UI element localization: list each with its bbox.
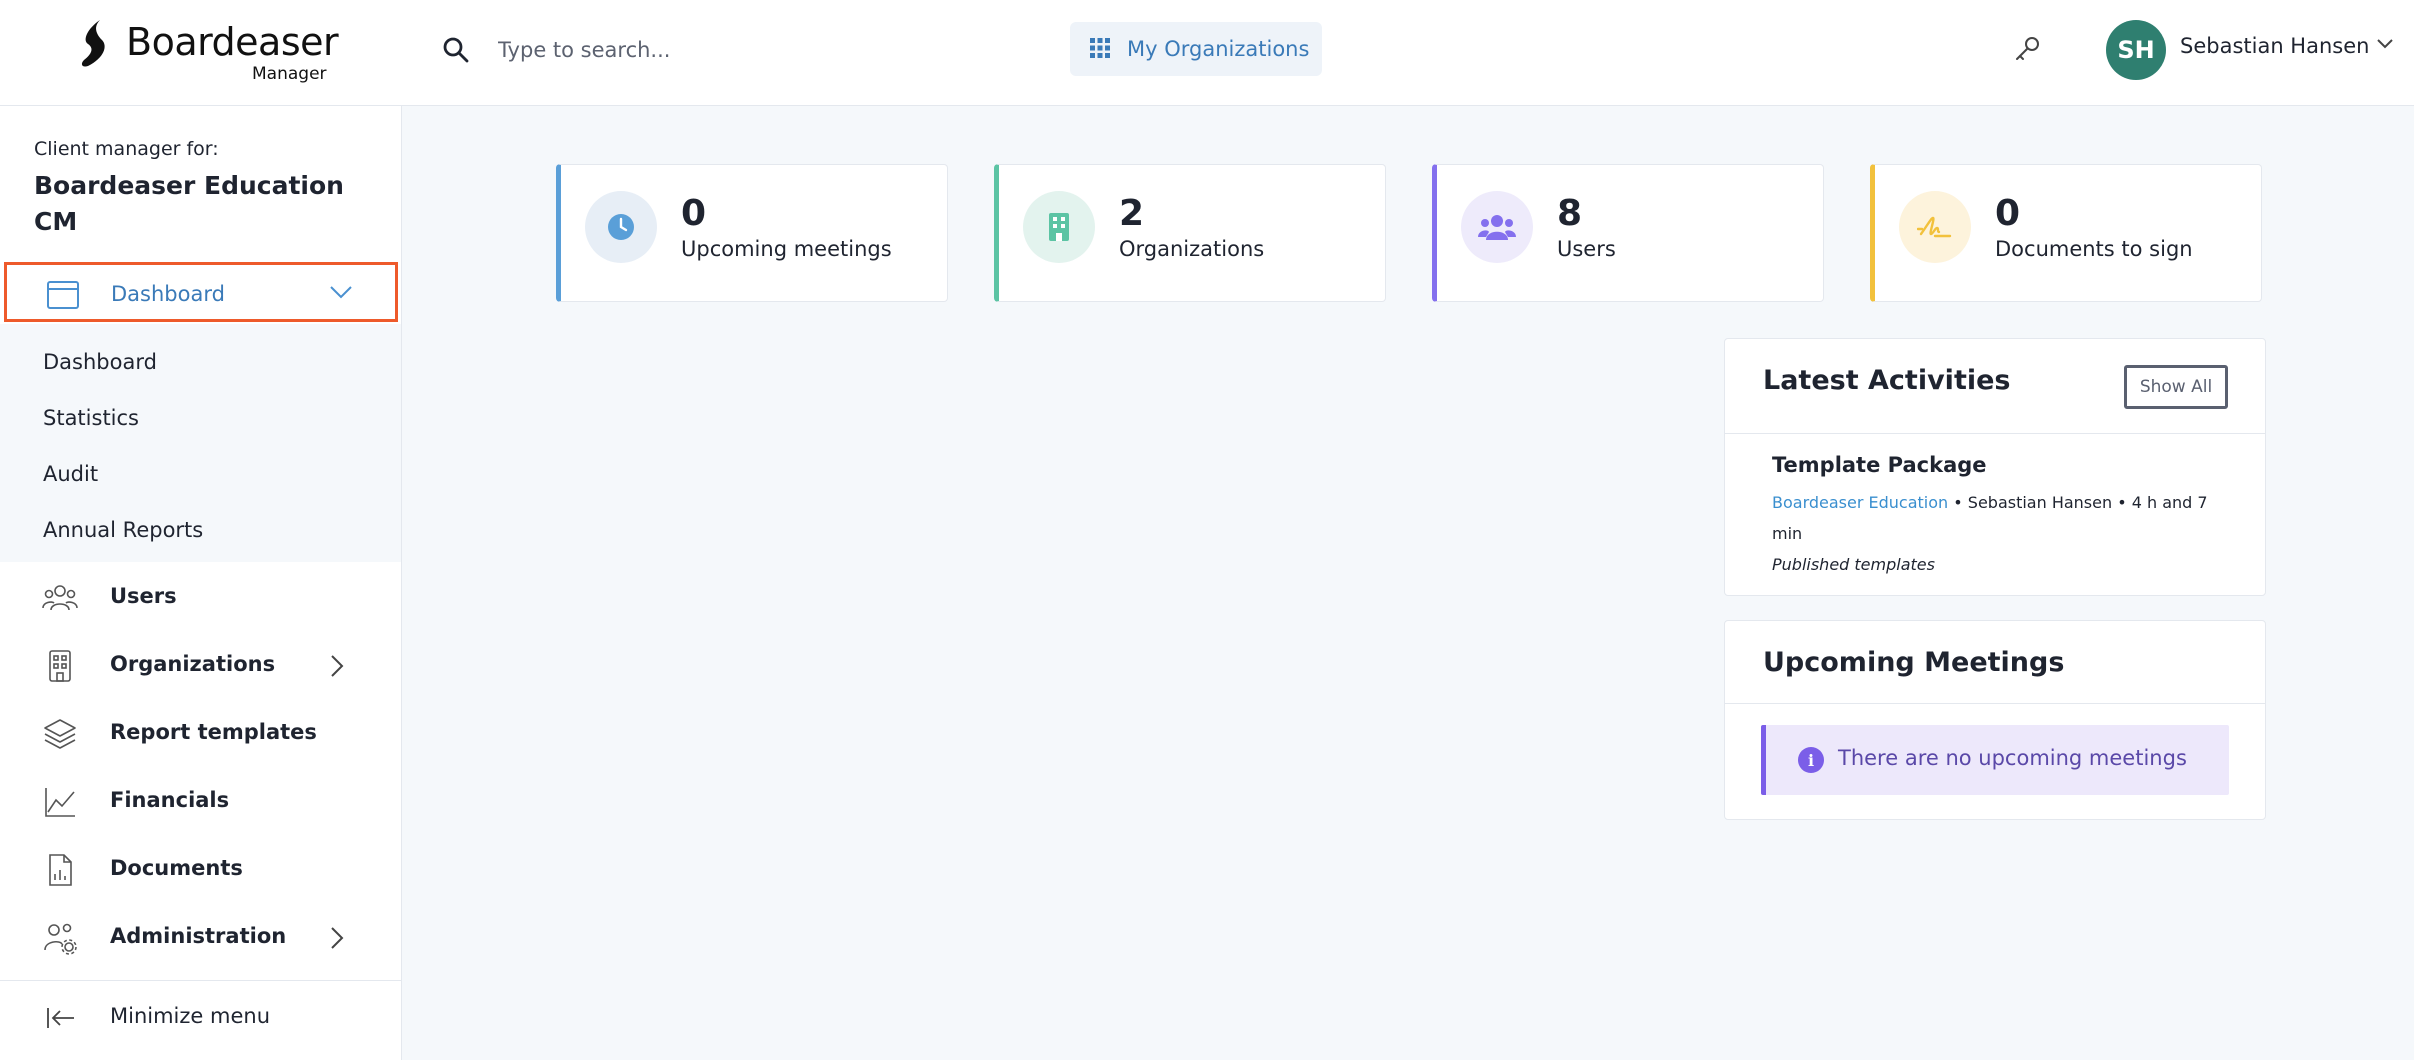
layers-icon bbox=[44, 719, 76, 749]
sidebar-divider bbox=[0, 980, 401, 981]
document-chart-icon bbox=[49, 854, 72, 886]
latest-activities-title: Latest Activities bbox=[1763, 365, 2011, 396]
search-icon[interactable] bbox=[442, 36, 470, 64]
sidebar-item-administration[interactable]: Administration bbox=[0, 906, 401, 966]
activity-note: Published templates bbox=[1772, 555, 1935, 574]
sidebar-item-financials[interactable]: Financials bbox=[0, 770, 401, 830]
stat-icon-circle bbox=[1023, 191, 1095, 263]
sidebar-item-label: Documents bbox=[110, 856, 243, 880]
stat-label: Users bbox=[1557, 237, 1616, 261]
sidebar-item-label: Users bbox=[110, 584, 177, 608]
submenu-item-dashboard[interactable]: Dashboard bbox=[43, 350, 157, 374]
submenu-item-annual-reports[interactable]: Annual Reports bbox=[43, 518, 203, 542]
stat-card-upcoming-meetings[interactable]: 0 Upcoming meetings bbox=[556, 164, 948, 302]
chevron-down-icon bbox=[330, 286, 352, 299]
search-input[interactable] bbox=[480, 28, 980, 72]
users-icon bbox=[42, 585, 78, 611]
no-meetings-alert: i There are no upcoming meetings bbox=[1761, 725, 2229, 795]
brand-subtitle: Manager bbox=[252, 64, 327, 84]
chevron-down-icon[interactable] bbox=[2376, 38, 2394, 50]
sidebar-item-documents[interactable]: Documents bbox=[0, 838, 401, 898]
no-meetings-text: There are no upcoming meetings bbox=[1838, 746, 2187, 770]
panel-divider bbox=[1725, 433, 2265, 434]
sidebar-item-organizations[interactable]: Organizations bbox=[0, 634, 401, 694]
user-name[interactable]: Sebastian Hansen bbox=[2180, 34, 2369, 58]
client-name: Boardeaser Education CM bbox=[34, 171, 344, 236]
brand-name: Boardeaser bbox=[126, 20, 339, 64]
stat-icon-circle bbox=[1899, 191, 1971, 263]
stat-value: 0 bbox=[1995, 193, 2021, 234]
admin-users-icon bbox=[44, 923, 77, 955]
key-icon[interactable] bbox=[2012, 34, 2042, 64]
chevron-right-icon bbox=[331, 655, 344, 677]
avatar-initials: SH bbox=[2117, 36, 2155, 64]
chevron-right-icon bbox=[331, 927, 344, 949]
users-icon bbox=[1478, 215, 1516, 240]
my-organizations-label: My Organizations bbox=[1127, 37, 1310, 61]
grid-icon bbox=[1090, 38, 1110, 58]
signature-icon bbox=[1917, 216, 1952, 238]
sidebar-item-label: Report templates bbox=[110, 720, 317, 744]
app-logo[interactable]: Boardeaser Manager bbox=[78, 16, 339, 84]
sidebar-item-users[interactable]: Users bbox=[0, 566, 401, 626]
stat-card-organizations[interactable]: 2 Organizations bbox=[994, 164, 1386, 302]
clock-icon bbox=[608, 214, 634, 240]
panel-divider bbox=[1725, 703, 2265, 704]
stat-value: 8 bbox=[1557, 193, 1583, 234]
dashboard-submenu: Dashboard Statistics Audit Annual Report… bbox=[0, 324, 401, 562]
sidebar-item-label: Administration bbox=[110, 924, 287, 948]
logo-bird-icon bbox=[81, 20, 105, 67]
show-all-button[interactable]: Show All bbox=[2124, 365, 2228, 409]
sidebar: Client manager for: Boardeaser Education… bbox=[0, 106, 402, 1060]
my-organizations-button[interactable]: My Organizations bbox=[1070, 22, 1322, 76]
stat-label: Documents to sign bbox=[1995, 237, 2193, 261]
upcoming-meetings-title: Upcoming Meetings bbox=[1763, 647, 2065, 678]
info-icon: i bbox=[1798, 747, 1824, 773]
upcoming-meetings-panel: Upcoming Meetings i There are no upcomin… bbox=[1724, 620, 2266, 820]
top-header: Boardeaser Manager My Organizations SH S… bbox=[0, 0, 2414, 106]
sidebar-item-label: Dashboard bbox=[111, 282, 225, 306]
minimize-menu-label: Minimize menu bbox=[110, 1004, 271, 1028]
stat-value: 2 bbox=[1119, 193, 1145, 234]
sidebar-item-dashboard[interactable]: Dashboard bbox=[4, 262, 398, 322]
sidebar-item-report-templates[interactable]: Report templates bbox=[0, 702, 401, 762]
building-icon bbox=[1049, 213, 1069, 241]
browser-window-icon bbox=[47, 281, 79, 309]
chart-line-icon bbox=[45, 788, 75, 817]
activity-title[interactable]: Template Package bbox=[1772, 453, 1987, 477]
client-manager-label: Client manager for: bbox=[34, 138, 219, 160]
avatar[interactable]: SH bbox=[2106, 20, 2166, 80]
stat-label: Organizations bbox=[1119, 237, 1265, 261]
activity-org-link[interactable]: Boardeaser Education bbox=[1772, 493, 1948, 512]
submenu-item-statistics[interactable]: Statistics bbox=[43, 406, 139, 430]
stat-icon-circle bbox=[585, 191, 657, 263]
minimize-menu-button[interactable]: Minimize menu bbox=[0, 986, 401, 1046]
building-icon bbox=[49, 650, 71, 682]
sidebar-item-label: Financials bbox=[110, 788, 230, 812]
stat-value: 0 bbox=[681, 193, 707, 234]
stat-label: Upcoming meetings bbox=[681, 237, 892, 261]
stat-card-users[interactable]: 8 Users bbox=[1432, 164, 1824, 302]
submenu-item-audit[interactable]: Audit bbox=[43, 462, 98, 486]
sidebar-item-label: Organizations bbox=[110, 652, 276, 676]
activity-meta: Boardeaser Education • Sebastian Hansen … bbox=[1772, 487, 2232, 549]
stat-card-documents-to-sign[interactable]: 0 Documents to sign bbox=[1870, 164, 2262, 302]
collapse-left-icon bbox=[47, 1008, 74, 1028]
stat-icon-circle bbox=[1461, 191, 1533, 263]
latest-activities-panel: Latest Activities Show All Template Pack… bbox=[1724, 338, 2266, 596]
